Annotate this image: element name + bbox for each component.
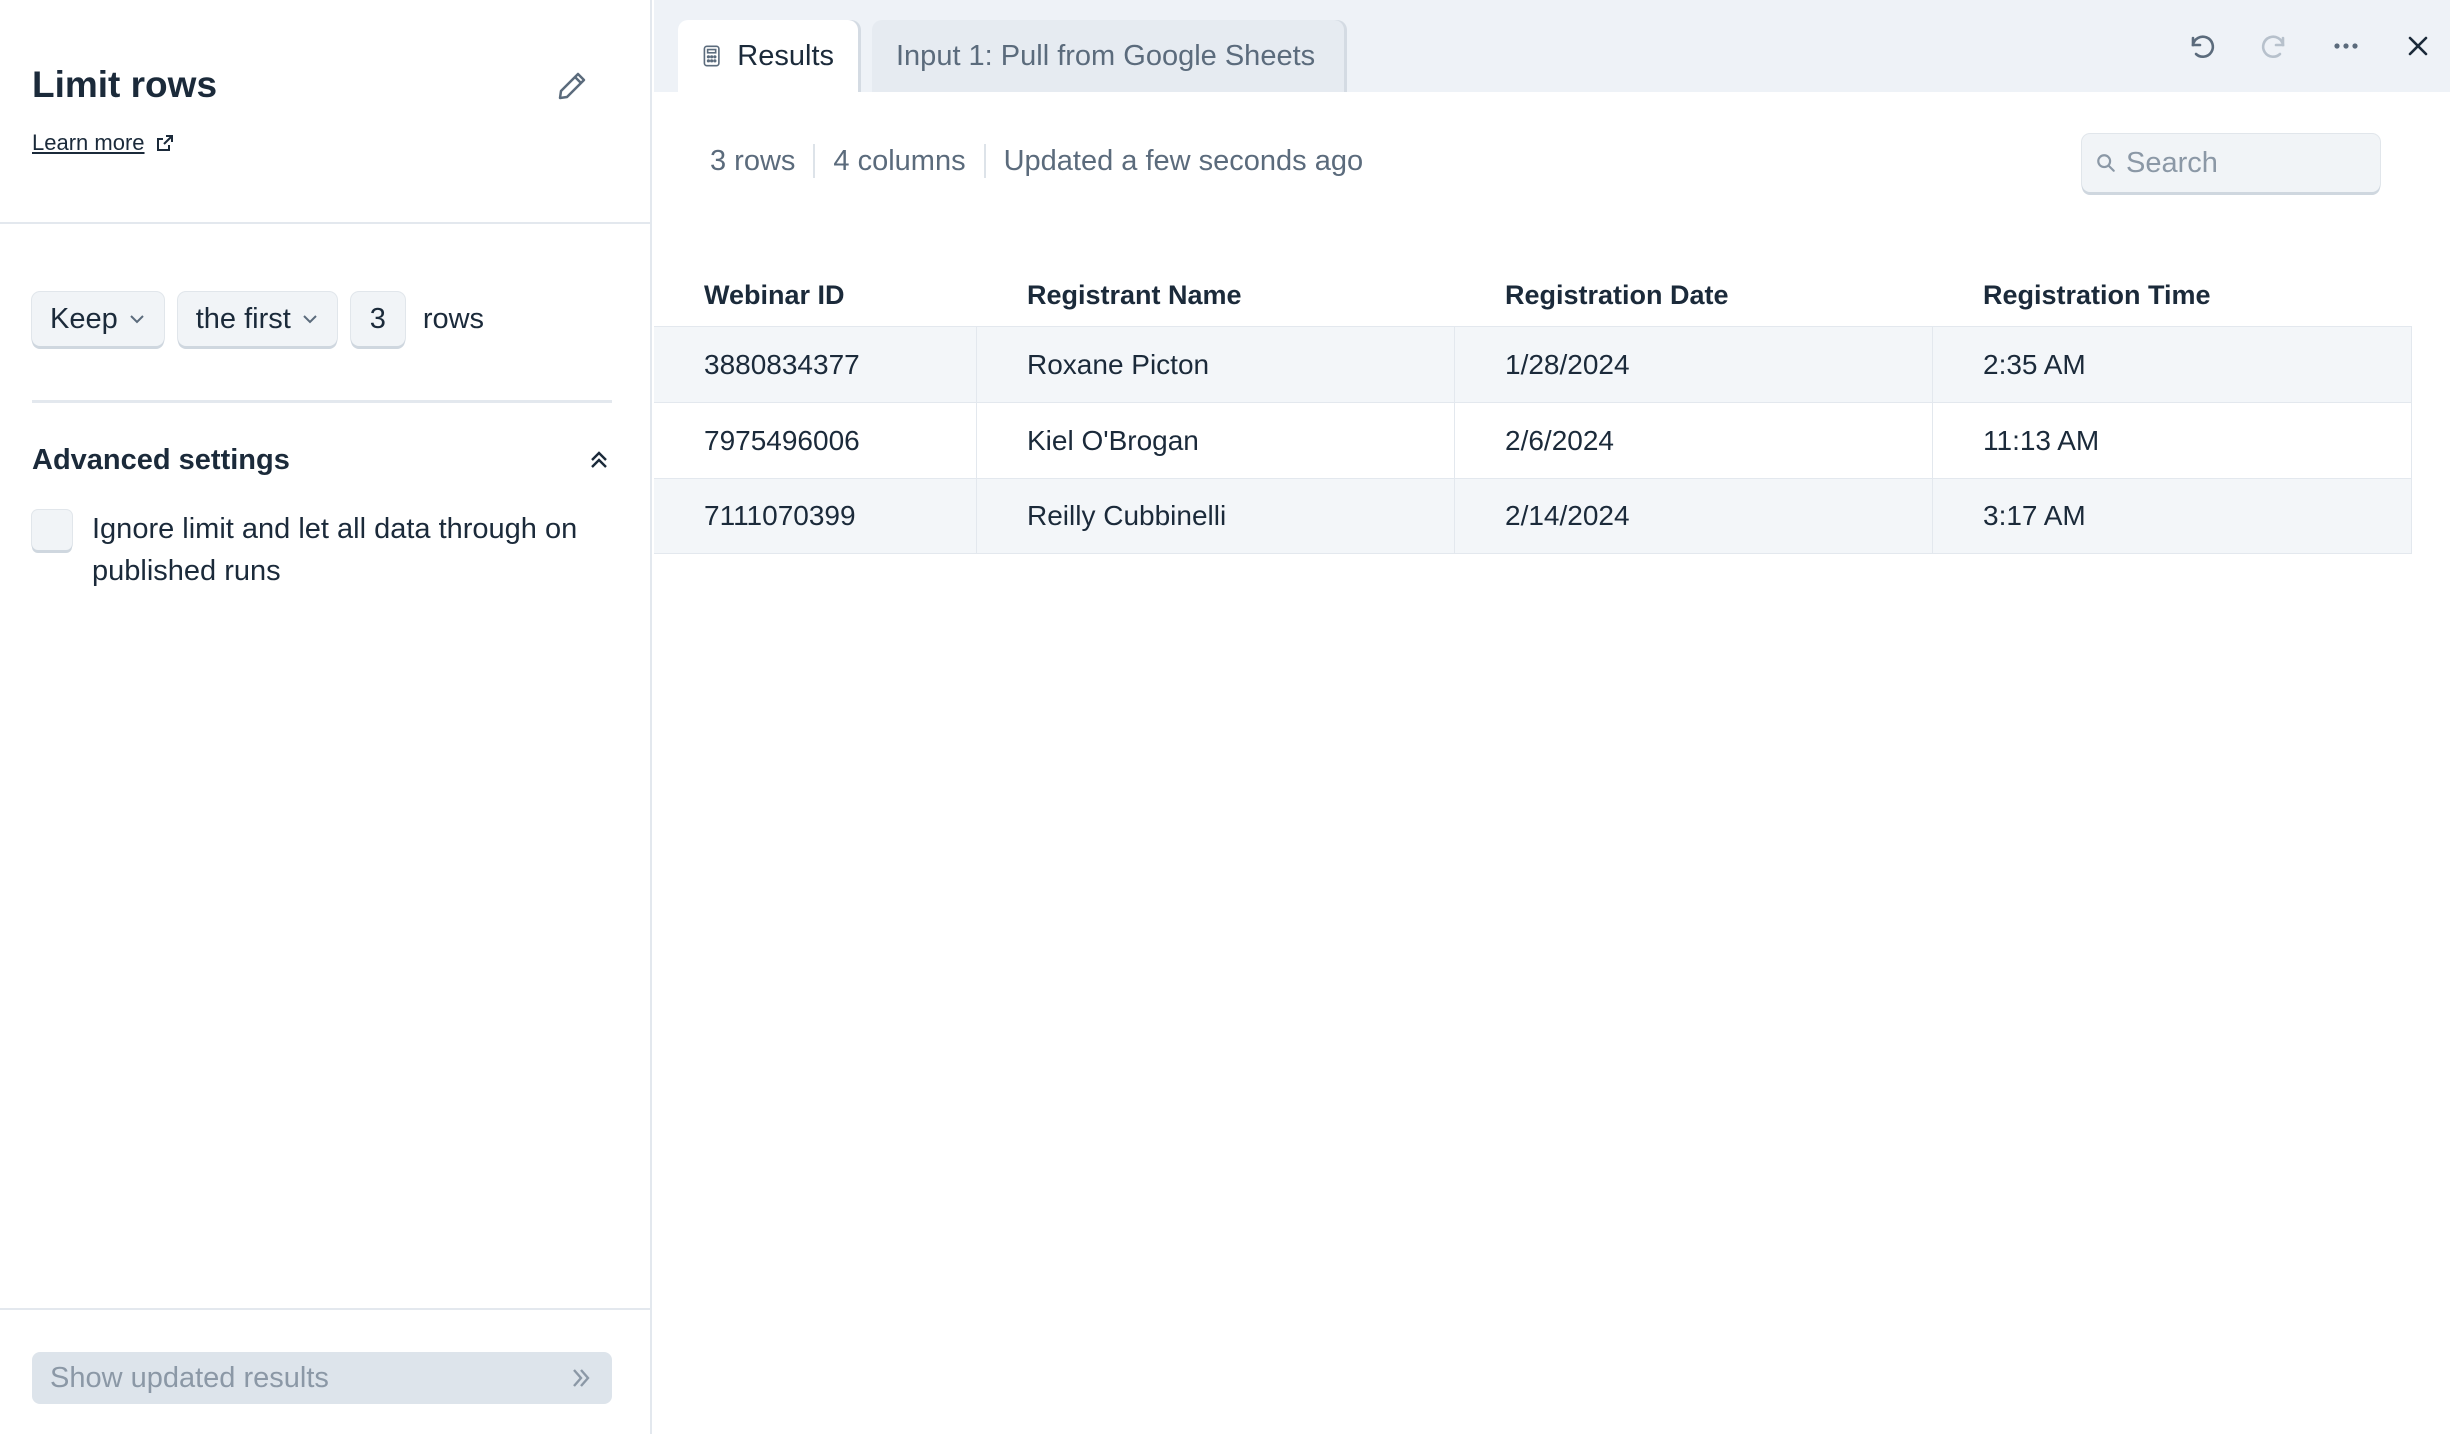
app-root: Limit rows Learn more Keep the first 3 r… <box>0 0 2450 1434</box>
show-updated-results-button[interactable]: Show updated results <box>32 1352 612 1404</box>
tab-results-label: Results <box>737 39 834 72</box>
learn-more-label: Learn more <box>32 130 145 155</box>
results-summary: 3 rows 4 columns Updated a few seconds a… <box>710 144 1363 178</box>
pencil-icon <box>558 72 586 100</box>
step-config-panel: Limit rows Learn more Keep the first 3 r… <box>0 0 652 1434</box>
edit-step-button[interactable] <box>552 66 592 106</box>
ignore-limit-label: Ignore limit and let all data through on… <box>92 513 578 587</box>
table-cell[interactable]: Roxane Picton <box>977 327 1455 402</box>
table-cell[interactable]: 7111070399 <box>654 479 977 553</box>
table-cell[interactable]: Kiel O'Brogan <box>977 403 1455 478</box>
summary-separator <box>983 144 986 178</box>
search-icon <box>2097 154 2115 172</box>
rows-unit-label: rows <box>422 302 485 335</box>
position-dropdown[interactable]: the first <box>177 292 337 346</box>
table-cell[interactable]: 7975496006 <box>654 403 977 478</box>
keep-mode-dropdown[interactable]: Keep <box>32 292 164 346</box>
table-row: 3880834377 Roxane Picton 1/28/2024 2:35 … <box>654 326 2412 402</box>
table-cell[interactable]: Reilly Cubbinelli <box>977 479 1455 553</box>
row-count-input[interactable]: 3 <box>350 292 405 346</box>
step-title: Limit rows <box>32 64 218 105</box>
table-row: 7111070399 Reilly Cubbinelli 2/14/2024 3… <box>654 478 2412 554</box>
column-header[interactable]: Webinar ID <box>654 280 977 311</box>
search-input[interactable] <box>2126 146 2366 180</box>
external-link-icon <box>156 135 173 151</box>
close-panel-button[interactable] <box>2396 24 2440 68</box>
table-cell[interactable]: 11:13 AM <box>1933 403 2412 478</box>
redo-button[interactable] <box>2252 24 2296 68</box>
column-header[interactable]: Registration Date <box>1455 280 1933 311</box>
calculator-icon <box>703 45 720 67</box>
tab-input-1-label: Input 1: Pull from Google Sheets <box>896 39 1316 72</box>
section-divider <box>32 400 612 403</box>
column-count: 4 columns <box>833 144 966 177</box>
chevron-down-icon <box>303 315 317 324</box>
table-cell[interactable]: 2/14/2024 <box>1455 479 1933 553</box>
table-header-row: Webinar ID Registrant Name Registration … <box>654 264 2412 326</box>
panel-header: Limit rows Learn more <box>0 0 650 224</box>
table-row: 7975496006 Kiel O'Brogan 2/6/2024 11:13 … <box>654 402 2412 478</box>
table-cell[interactable]: 3:17 AM <box>1933 479 2412 553</box>
table-cell[interactable]: 1/28/2024 <box>1455 327 1933 402</box>
ignore-limit-checkbox[interactable] <box>32 510 72 550</box>
chevrons-up-icon <box>591 451 607 468</box>
undo-button[interactable] <box>2180 24 2224 68</box>
redo-icon <box>2261 35 2285 59</box>
row-count: 3 rows <box>710 144 796 177</box>
ignore-limit-option: Ignore limit and let all data through on… <box>32 510 582 592</box>
double-chevron-right-icon <box>573 1369 590 1387</box>
chevron-down-icon <box>130 315 144 324</box>
learn-more-link[interactable]: Learn more <box>32 130 175 156</box>
column-header[interactable]: Registration Time <box>1933 280 2412 311</box>
panel-footer: Show updated results <box>0 1308 650 1434</box>
table-cell[interactable]: 3880834377 <box>654 327 977 402</box>
updated-timestamp: Updated a few seconds ago <box>1003 144 1364 177</box>
results-table: Webinar ID Registrant Name Registration … <box>654 264 2412 554</box>
column-header[interactable]: Registrant Name <box>977 280 1455 311</box>
more-options-button[interactable] <box>2324 24 2368 68</box>
advanced-settings-toggle[interactable]: Advanced settings <box>32 440 612 480</box>
table-cell[interactable]: 2:35 AM <box>1933 327 2412 402</box>
keep-mode-value: Keep <box>50 302 118 335</box>
close-icon <box>2408 36 2428 56</box>
summary-separator <box>813 144 816 178</box>
limit-config-row: Keep the first 3 rows <box>32 292 484 346</box>
show-updated-results-label: Show updated results <box>50 1361 329 1394</box>
more-icon <box>2334 43 2358 49</box>
results-tab-bar: Results Input 1: Pull from Google Sheets <box>654 0 2450 92</box>
advanced-settings-title: Advanced settings <box>32 443 290 476</box>
tab-input-1[interactable]: Input 1: Pull from Google Sheets <box>872 20 1344 92</box>
undo-icon <box>2191 35 2215 59</box>
tab-results[interactable]: Results <box>678 20 858 92</box>
position-value: the first <box>195 302 291 335</box>
table-cell[interactable]: 2/6/2024 <box>1455 403 1933 478</box>
search-box[interactable] <box>2082 134 2380 192</box>
